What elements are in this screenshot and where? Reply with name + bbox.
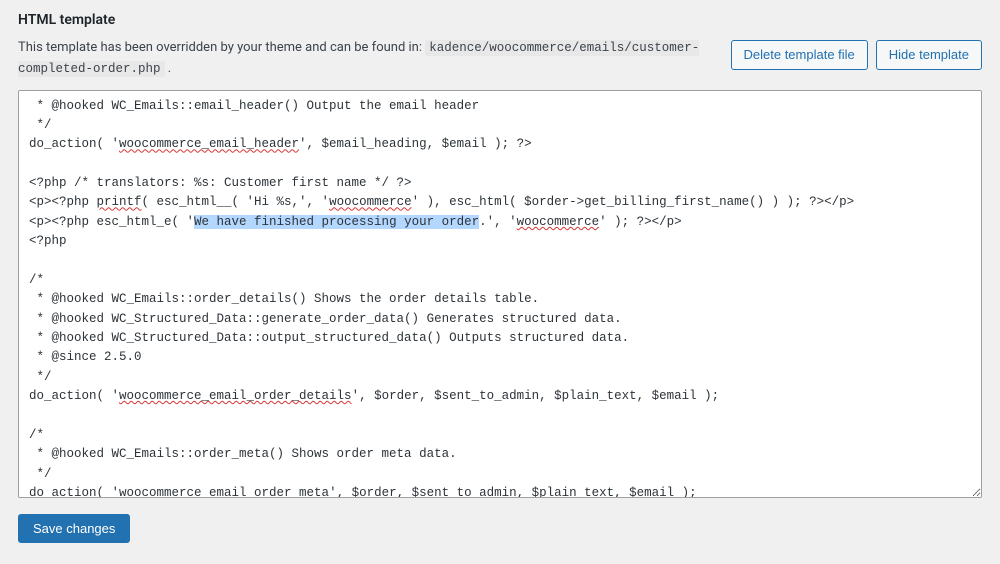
delete-template-button[interactable]: Delete template file: [731, 40, 868, 70]
override-description: This template has been overridden by you…: [18, 38, 711, 80]
section-title: HTML template: [18, 12, 711, 28]
desc-suffix: .: [165, 61, 172, 76]
save-changes-button[interactable]: Save changes: [18, 514, 130, 543]
desc-prefix: This template has been overridden by you…: [18, 40, 425, 55]
hide-template-button[interactable]: Hide template: [876, 40, 982, 70]
code-editor[interactable]: * @hooked WC_Emails::email_header() Outp…: [18, 90, 982, 498]
title-block: HTML template This template has been ove…: [18, 12, 711, 80]
template-editor-panel: HTML template This template has been ove…: [0, 0, 1000, 555]
header-row: HTML template This template has been ove…: [18, 12, 982, 80]
highlighted-text: We have finished processing your order: [194, 215, 479, 229]
template-actions: Delete template file Hide template: [731, 12, 983, 70]
